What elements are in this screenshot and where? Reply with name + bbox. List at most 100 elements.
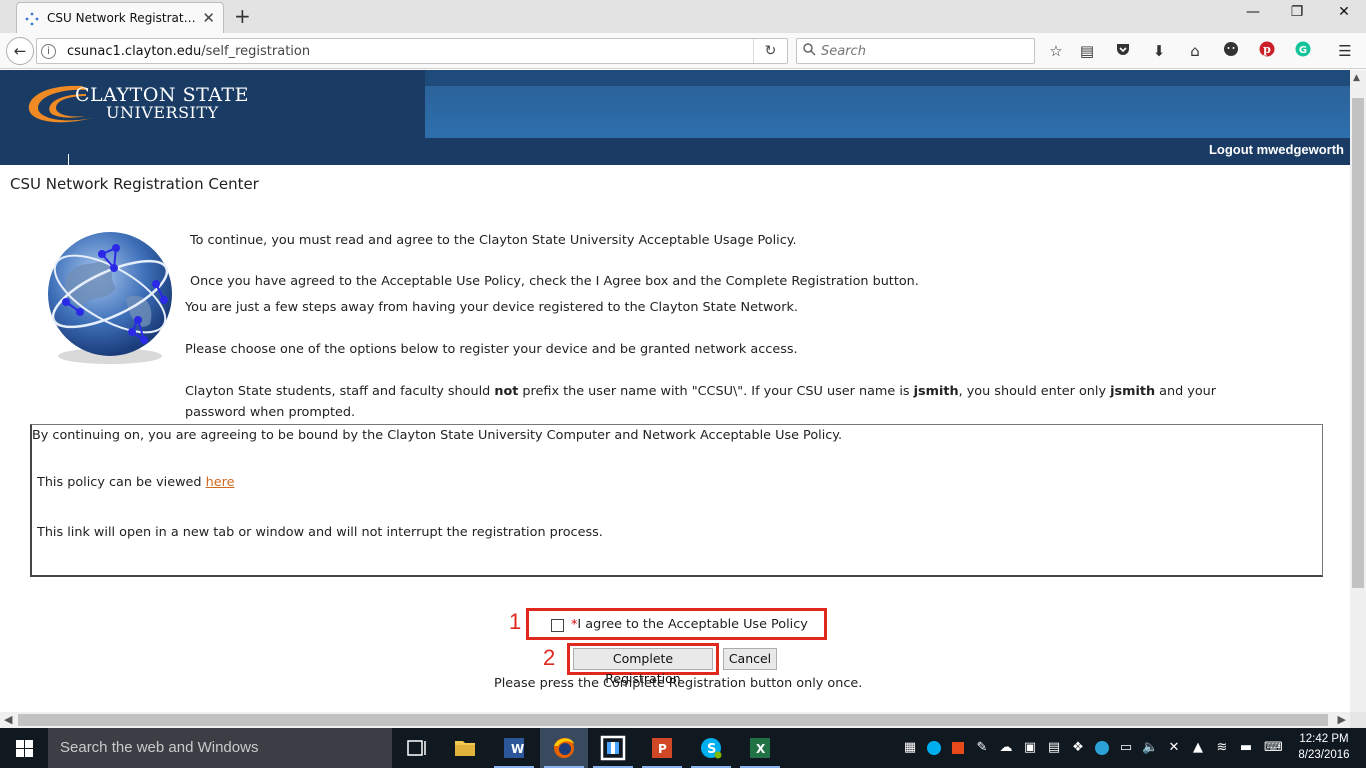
scrollbar-corner <box>1350 712 1366 728</box>
page-title: CSU Network Registration Center <box>10 175 259 193</box>
url-text[interactable]: csunac1.clayton.edu/self_registration <box>67 44 310 59</box>
restore-button[interactable]: ❐ <box>1287 4 1307 20</box>
taskbar-search-placeholder: Search the web and Windows <box>60 739 259 756</box>
svg-text:G: G <box>1299 45 1307 56</box>
intro-text-5: Clayton State students, staff and facult… <box>185 384 1217 420</box>
scroll-left-icon[interactable]: ◀ <box>4 713 12 726</box>
start-button[interactable] <box>0 728 48 768</box>
taskbar-search-box[interactable]: Search the web and Windows <box>48 728 392 768</box>
tab-title: CSU Network Registration ... <box>47 11 197 25</box>
site-banner: CLAYTON STATE UNIVERSITY Logout mwedgewo… <box>0 70 1350 165</box>
svg-text:P: P <box>658 742 667 756</box>
close-window-button[interactable]: ✕ <box>1334 4 1354 20</box>
file-explorer-button[interactable] <box>441 728 489 768</box>
download-icon[interactable]: ⬇ <box>1148 41 1170 61</box>
skype-icon: S <box>701 738 722 759</box>
tool-tray-icon[interactable]: ✎ <box>974 740 990 756</box>
pocket-icon[interactable] <box>1112 41 1134 61</box>
keyboard-tray-icon[interactable]: ▦ <box>902 740 918 756</box>
browser-search-input[interactable] <box>821 42 1021 60</box>
touch-keyboard-icon[interactable]: ⌨ <box>1264 740 1283 756</box>
svg-text:p: p <box>1263 43 1271 56</box>
scroll-right-icon[interactable]: ▶ <box>1338 713 1346 726</box>
step-number-1: 1 <box>509 609 522 634</box>
agree-label[interactable]: *I agree to the Acceptable Use Policy <box>571 617 808 632</box>
intro-text-4: Please choose one of the options below t… <box>185 342 798 357</box>
powerpoint-icon: P <box>652 738 672 758</box>
word-button[interactable]: W <box>490 728 538 768</box>
cancel-button[interactable]: Cancel <box>723 648 777 670</box>
address-bar[interactable]: i csunac1.clayton.edu/self_registration … <box>36 38 788 64</box>
back-arrow-icon: ← <box>13 42 27 60</box>
menu-icon[interactable]: ☰ <box>1334 41 1356 61</box>
home-icon[interactable]: ⌂ <box>1184 41 1206 61</box>
logo-text-line2: UNIVERSITY <box>106 103 219 122</box>
folder-icon <box>455 741 475 756</box>
step-number-2: 2 <box>543 645 556 670</box>
powerpoint-button[interactable]: P <box>638 728 686 768</box>
policy-text-2: This policy can be viewed here <box>37 475 235 490</box>
browser-search-box[interactable] <box>796 38 1035 64</box>
battery-tray-icon[interactable]: ▭ <box>1118 740 1134 756</box>
banner-divider <box>68 154 69 165</box>
reload-icon[interactable]: ↻ <box>753 39 787 63</box>
globe-network-icon <box>48 232 172 364</box>
vertical-scrollbar[interactable]: ▲ <box>1350 70 1366 712</box>
loading-icon <box>25 12 39 26</box>
info-icon[interactable]: i <box>41 44 56 59</box>
banner-gradient <box>425 70 1350 138</box>
intro-text-2: Once you have agreed to the Acceptable U… <box>190 274 919 289</box>
scroll-up-icon[interactable]: ▲ <box>1353 73 1360 83</box>
reading-list-icon[interactable]: ▤ <box>1076 41 1098 61</box>
network-tray-icon[interactable]: ✕ <box>1166 740 1182 756</box>
word-icon: W <box>504 738 524 758</box>
svg-text:W: W <box>511 742 524 756</box>
app-tray-icon-2[interactable]: ▤ <box>1046 740 1062 756</box>
taskbar-clock[interactable]: 12:42 PM 8/23/2016 <box>1296 731 1352 763</box>
svg-text:X: X <box>756 742 766 756</box>
pinterest-icon[interactable]: p <box>1256 41 1278 61</box>
dropbox-tray-icon[interactable]: ❖ <box>1070 740 1086 756</box>
volume-tray-icon[interactable]: 🔈 <box>1142 740 1158 756</box>
sync-tray-icon[interactable] <box>1094 740 1110 756</box>
policy-text-1: By continuing on, you are agreeing to be… <box>32 428 843 443</box>
grammarly-icon[interactable]: G <box>1292 41 1314 61</box>
cloud-tray-icon[interactable]: ☁ <box>998 740 1014 756</box>
chat-icon[interactable] <box>1220 41 1242 61</box>
horizontal-scrollbar[interactable]: ◀ ▶ <box>0 712 1350 728</box>
back-button[interactable]: ← <box>6 37 34 65</box>
agree-highlight-box: *I agree to the Acceptable Use Policy <box>526 608 827 640</box>
action-center-icon[interactable]: ▬ <box>1238 740 1254 756</box>
wifi-tray-icon[interactable]: ≋ <box>1214 740 1230 756</box>
clock-time: 12:42 PM <box>1299 733 1349 745</box>
task-view-icon <box>407 740 426 756</box>
windows-taskbar: Search the web and Windows W P S X ▦ ✎ ☁… <box>0 728 1366 768</box>
office-tray-icon[interactable] <box>950 740 966 756</box>
task-view-button[interactable] <box>393 728 441 768</box>
new-tab-button[interactable]: + <box>234 4 251 28</box>
horizontal-scroll-thumb[interactable] <box>18 714 1328 726</box>
logout-link[interactable]: Logout mwedgeworth <box>1209 142 1344 157</box>
skype-button[interactable]: S <box>687 728 735 768</box>
page-content: CLAYTON STATE UNIVERSITY Logout mwedgewo… <box>0 70 1350 712</box>
close-tab-icon[interactable]: ✕ <box>202 9 215 27</box>
agree-checkbox[interactable] <box>551 619 564 632</box>
minimize-button[interactable]: — <box>1243 4 1263 20</box>
intro-text-1: To continue, you must read and agree to … <box>190 233 797 248</box>
policy-notice-box: By continuing on, you are agreeing to be… <box>30 424 1323 577</box>
firefox-icon <box>554 738 574 758</box>
vertical-scroll-thumb[interactable] <box>1352 98 1364 588</box>
policy-here-link[interactable]: here <box>206 475 235 490</box>
excel-button[interactable]: X <box>736 728 784 768</box>
bookmark-star-icon[interactable]: ☆ <box>1045 41 1067 61</box>
firefox-button[interactable] <box>540 728 588 768</box>
skype-tray-icon[interactable] <box>926 740 942 756</box>
submit-note: Please press the Complete Registration b… <box>494 676 863 691</box>
app-tray-icon-1[interactable]: ▣ <box>1022 740 1038 756</box>
browser-tab[interactable]: CSU Network Registration ... ✕ <box>16 2 224 33</box>
complete-registration-button[interactable]: Complete Registration <box>573 648 713 686</box>
remote-app-button[interactable] <box>589 728 637 768</box>
policy-text-3: This link will open in a new tab or wind… <box>37 525 603 540</box>
security-tray-icon[interactable]: ▲ <box>1190 740 1206 756</box>
excel-icon: X <box>750 738 770 758</box>
